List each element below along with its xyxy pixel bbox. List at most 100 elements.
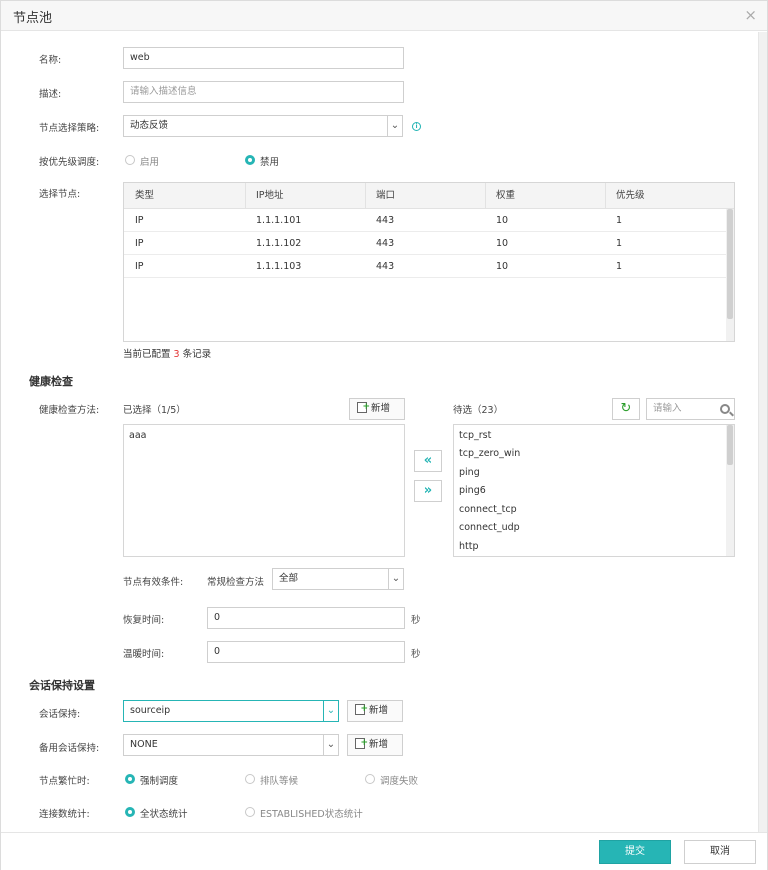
submit-button[interactable]: 提交 — [599, 840, 671, 864]
busy-force-label: 强制调度 — [140, 776, 179, 787]
cancel-button[interactable]: 取消 — [684, 840, 756, 864]
move-right-button[interactable]: » — [414, 480, 442, 502]
chevron-down-icon[interactable]: ⌄ — [323, 700, 339, 722]
add-label: 新增 — [369, 705, 389, 716]
condition-label: 节点有效条件: — [123, 577, 184, 588]
list-item[interactable]: tcp_rst — [459, 430, 491, 441]
name-label: 名称: — [39, 55, 62, 66]
table-row[interactable]: IP 1.1.1.101 443 10 1 — [124, 209, 726, 232]
list-scrollbar[interactable] — [726, 425, 734, 556]
add-backup-persist-button[interactable]: 新增 — [347, 733, 403, 756]
table-row[interactable]: IP 1.1.1.103 443 10 1 — [124, 255, 726, 278]
recover-time-label: 恢复时间: — [123, 615, 165, 626]
chevron-down-icon[interactable]: ⌄ — [387, 115, 403, 137]
add-file-icon — [355, 733, 368, 753]
warmup-time-input[interactable]: 0 — [207, 641, 405, 663]
record-count-suffix: 条记录 — [182, 349, 212, 360]
condition-sub-label: 常规检查方法 — [207, 577, 265, 588]
record-count-prefix: 当前已配置 — [123, 349, 171, 360]
add-health-method-button[interactable]: 新增 — [349, 397, 405, 420]
priority-enable-radio[interactable] — [125, 155, 135, 165]
health-method-label: 健康检查方法: — [39, 405, 100, 416]
dialog-title: 节点池 — [13, 11, 53, 26]
available-methods-list: tcp_rst tcp_zero_win ping ping6 connect_… — [453, 424, 735, 557]
priority-disable-label: 禁用 — [260, 157, 280, 168]
table-cell: IP — [135, 261, 144, 272]
table-cell: 1.1.1.101 — [256, 215, 302, 226]
add-file-icon — [355, 699, 368, 719]
scrollbar-thumb[interactable] — [727, 209, 733, 319]
add-persist-button[interactable]: 新增 — [347, 699, 403, 722]
node-pool-dialog: 节点池 × 名称: web 描述: 请输入描述信息 节点选择策略: 动态反馈 ⌄… — [0, 0, 768, 870]
dialog-scrollbar[interactable] — [758, 32, 767, 832]
stats-full-label: 全状态统计 — [140, 809, 188, 820]
column-header-ip[interactable]: IP地址 — [245, 183, 366, 209]
list-item[interactable]: connect_udp — [459, 522, 520, 533]
available-list-title: 待选（23） — [453, 405, 504, 416]
table-cell: 1 — [616, 238, 623, 249]
search-icon[interactable] — [720, 404, 730, 414]
table-cell: 1 — [616, 215, 623, 226]
busy-queue-label: 排队等候 — [260, 776, 299, 787]
busy-force-radio[interactable] — [125, 774, 135, 784]
list-item[interactable]: ping6 — [459, 485, 486, 496]
info-icon[interactable]: i — [412, 122, 421, 131]
refresh-icon[interactable]: ↻ — [612, 398, 640, 420]
table-cell: 1 — [616, 261, 623, 272]
close-icon[interactable]: × — [744, 6, 757, 24]
table-cell: IP — [135, 215, 144, 226]
record-count: 当前已配置 3 条记录 — [123, 346, 211, 360]
stats-established-radio[interactable] — [245, 807, 255, 817]
warmup-time-label: 温暖时间: — [123, 649, 165, 660]
table-cell: 10 — [496, 238, 509, 249]
table-cell: 10 — [496, 215, 509, 226]
scrollbar-thumb[interactable] — [727, 425, 733, 465]
add-label: 新增 — [369, 739, 389, 750]
description-label: 描述: — [39, 89, 62, 100]
stats-full-radio[interactable] — [125, 807, 135, 817]
nodes-label: 选择节点: — [39, 189, 81, 200]
recover-time-input[interactable]: 0 — [207, 607, 405, 629]
table-row[interactable]: IP 1.1.1.102 443 10 1 — [124, 232, 726, 255]
list-item[interactable]: ping — [459, 467, 480, 478]
list-item[interactable]: connect_tcp — [459, 504, 517, 515]
busy-label: 节点繁忙时: — [39, 776, 90, 787]
dialog-body: 名称: web 描述: 请输入描述信息 节点选择策略: 动态反馈 ⌄ i 按优先… — [1, 32, 767, 832]
priority-disable-radio[interactable] — [245, 155, 255, 165]
busy-fail-label: 调度失败 — [380, 776, 419, 787]
selected-methods-list: aaa — [123, 424, 405, 557]
name-input[interactable]: web — [123, 47, 404, 69]
health-section-title: 健康检查 — [29, 375, 73, 388]
recover-time-unit: 秒 — [411, 615, 421, 626]
column-header-port[interactable]: 端口 — [365, 183, 486, 209]
priority-enable-label: 启用 — [140, 157, 160, 168]
persist-select[interactable]: sourceip — [123, 700, 325, 722]
busy-fail-radio[interactable] — [365, 774, 375, 784]
table-cell: 443 — [376, 238, 395, 249]
warmup-time-unit: 秒 — [411, 649, 421, 660]
list-item[interactable]: tcp_zero_win — [459, 448, 520, 459]
chevron-down-icon[interactable]: ⌄ — [388, 568, 404, 590]
persist-label: 会话保持: — [39, 709, 81, 720]
move-left-button[interactable]: « — [414, 450, 442, 472]
table-cell: 443 — [376, 261, 395, 272]
description-input[interactable]: 请输入描述信息 — [123, 81, 404, 103]
list-item[interactable]: http — [459, 541, 479, 552]
strategy-select[interactable]: 动态反馈 — [123, 115, 389, 137]
priority-label: 按优先级调度: — [39, 157, 100, 168]
table-cell: IP — [135, 238, 144, 249]
table-cell: 10 — [496, 261, 509, 272]
condition-select[interactable]: 全部 — [272, 568, 390, 590]
busy-queue-radio[interactable] — [245, 774, 255, 784]
table-scrollbar[interactable] — [726, 209, 734, 341]
column-header-priority[interactable]: 优先级 — [605, 183, 734, 209]
add-file-icon — [357, 397, 370, 417]
add-label: 新增 — [371, 403, 391, 414]
column-header-weight[interactable]: 权重 — [485, 183, 606, 209]
backup-persist-select[interactable]: NONE — [123, 734, 325, 756]
list-item[interactable]: aaa — [129, 430, 146, 441]
table-header: 类型 IP地址 端口 权重 优先级 — [124, 183, 734, 209]
dialog-titlebar: 节点池 × — [1, 1, 767, 31]
column-header-type[interactable]: 类型 — [124, 183, 246, 209]
chevron-down-icon[interactable]: ⌄ — [323, 734, 339, 756]
